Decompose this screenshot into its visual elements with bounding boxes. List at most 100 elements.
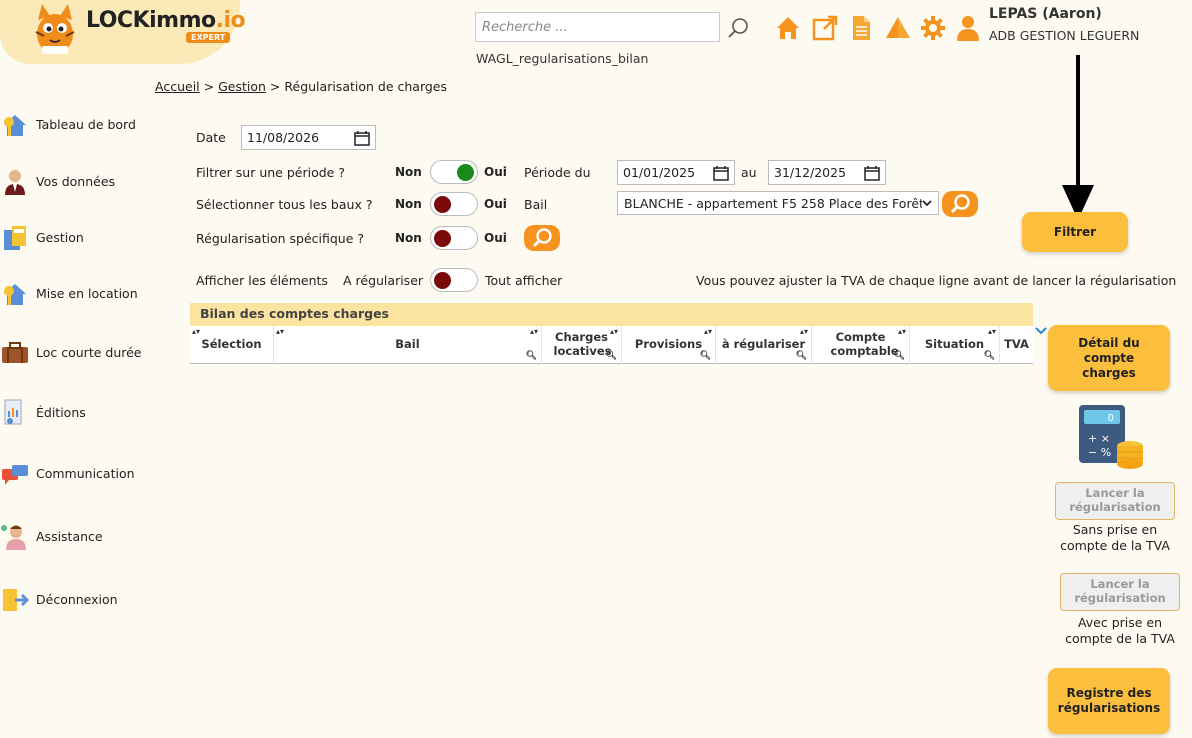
sidebar-item-label: Déconnexion (36, 591, 118, 607)
calendar-icon[interactable] (864, 165, 880, 181)
user-name[interactable]: LEPAS (Aaron) (989, 6, 1102, 22)
house-key-icon (4, 284, 26, 305)
sidebar-item-loc-courte-duree[interactable]: Loc courte durée (0, 334, 150, 370)
select-all-label: Sélectionner tous les baux ? (196, 197, 373, 212)
column-header-a-regulariser[interactable]: à régulariser ▴▾ 🔍︎ (716, 326, 812, 364)
user-icon[interactable] (954, 14, 982, 42)
sidebar-item-deconnexion[interactable]: Déconnexion (0, 581, 150, 617)
column-header-charges-locatives[interactable]: Charges locatives ▴▾ 🔍︎ (542, 326, 622, 364)
specific-label: Régularisation spécifique ? (196, 231, 365, 246)
search-icon[interactable] (727, 16, 751, 40)
column-header-tva[interactable]: TVA (1000, 326, 1033, 364)
period-from-value: 01/01/2025 (623, 165, 696, 180)
toggle-knob (434, 272, 451, 289)
calculator-icon (4, 226, 26, 250)
sort-icon[interactable]: ▴▾ (530, 327, 538, 337)
sort-icon[interactable]: ▴▾ (704, 327, 712, 337)
sidebar-item-label: Gestion (36, 229, 84, 245)
filter-period-toggle[interactable] (430, 160, 478, 184)
sidebar-item-assistance[interactable]: Assistance (0, 518, 150, 554)
sort-icon[interactable]: ▴▾ (800, 327, 808, 337)
toggle-non-label: Non (395, 165, 422, 179)
magnifier-icon[interactable]: 🔍︎ (526, 351, 537, 362)
warning-icon[interactable] (884, 14, 912, 42)
breadcrumb-current: Régularisation de charges (284, 79, 448, 94)
search-icon (532, 228, 552, 248)
toggle-oui-label: Oui (484, 197, 507, 211)
filtrer-button[interactable]: Filtrer (1022, 212, 1128, 252)
scroll-chevron-icon[interactable] (1034, 326, 1048, 336)
period-from-field[interactable]: 01/01/2025 (617, 160, 735, 185)
sidebar-item-label: Loc courte durée (36, 344, 142, 360)
bail-search-button[interactable] (942, 191, 978, 217)
svg-text:0: 0 (1108, 413, 1114, 424)
magnifier-icon[interactable]: 🔍︎ (606, 351, 617, 362)
suitcase-icon (2, 342, 28, 363)
select-all-toggle[interactable] (430, 192, 478, 216)
show-all-toggle[interactable] (430, 268, 478, 292)
date-field[interactable]: 11/08/2026 (241, 125, 376, 150)
date-value: 11/08/2026 (247, 130, 320, 145)
specific-toggle[interactable] (430, 226, 478, 250)
sidebar-item-label: Vos données (36, 173, 116, 189)
magnifier-icon[interactable]: 🔍︎ (894, 351, 905, 362)
breadcrumb-gestion[interactable]: Gestion (218, 79, 266, 94)
search-input[interactable] (475, 12, 720, 42)
sidebar-item-gestion[interactable]: Gestion (0, 219, 150, 255)
calculator-coins-icon: 0 + × − % (1079, 405, 1143, 469)
registre-regularisations-button[interactable]: Registre des régularisations (1048, 668, 1170, 734)
house-key-icon (4, 115, 26, 136)
launch-regularisation-no-tva-button[interactable]: Lancer la régularisation (1055, 482, 1175, 520)
toggle-non-label: Non (395, 197, 422, 211)
sidebar-item-vos-donnees[interactable]: Vos données (0, 163, 150, 199)
column-header-compte-comptable[interactable]: Compte comptable ▴▾ 🔍︎ (812, 326, 910, 364)
column-header-bail[interactable]: ▴▾ Bail ▴▾ 🔍︎ (274, 326, 542, 364)
breadcrumb-separator: > (203, 79, 215, 94)
column-header-selection[interactable]: ▴▾ Sélection (190, 326, 274, 364)
sidebar-item-mise-en-location[interactable]: Mise en location (0, 275, 150, 311)
launch-regularisation-tva-button[interactable]: Lancer la régularisation (1060, 573, 1180, 611)
sidebar-item-label: Éditions (36, 404, 86, 420)
sidebar-item-label: Assistance (36, 528, 103, 544)
cat-mascot-icon (35, 4, 75, 54)
toggle-oui-label: Oui (484, 165, 507, 179)
sort-icon[interactable]: ▴▾ (988, 327, 996, 337)
launch-tva-note: Avec prise en compte de la TVA (1065, 615, 1175, 647)
sidebar-item-communication[interactable]: Communication (0, 455, 150, 491)
sidebar-item-label: Communication (36, 465, 135, 481)
sidebar-item-tableau-de-bord[interactable]: Tableau de bord (0, 106, 150, 142)
logout-icon (3, 589, 30, 611)
sort-icon[interactable]: ▴▾ (276, 327, 284, 337)
support-agent-icon (1, 525, 26, 550)
magnifier-icon[interactable]: 🔍︎ (984, 351, 995, 362)
sort-icon[interactable]: ▴▾ (192, 327, 200, 337)
show-to-regularize-label: A régulariser (343, 273, 424, 288)
external-link-icon[interactable] (811, 14, 839, 42)
calendar-icon[interactable] (713, 165, 729, 181)
gear-icon[interactable] (919, 14, 947, 42)
tva-note: Vous pouvez ajuster la TVA de chaque lig… (696, 273, 1177, 288)
toggle-non-label: Non (395, 231, 422, 245)
breadcrumb-separator: > (269, 79, 281, 94)
sidebar-item-editions[interactable]: Éditions (0, 394, 150, 430)
show-elements-label: Afficher les éléments (196, 273, 328, 288)
calendar-icon[interactable] (354, 130, 370, 146)
bail-value: BLANCHE - appartement F5 258 Place des F… (624, 195, 922, 211)
user-company: ADB GESTION LEGUERN (989, 28, 1140, 43)
home-icon[interactable] (774, 14, 802, 42)
breadcrumb-home[interactable]: Accueil (155, 79, 200, 94)
magnifier-icon[interactable]: 🔍︎ (700, 351, 711, 362)
magnifier-icon[interactable]: 🔍︎ (796, 351, 807, 362)
column-header-situation[interactable]: Situation ▴▾ 🔍︎ (910, 326, 1000, 364)
page-code: WAGL_regularisations_bilan (476, 51, 649, 66)
sort-icon[interactable]: ▴▾ (898, 327, 906, 337)
toggle-knob (457, 164, 474, 181)
specific-search-button[interactable] (524, 225, 560, 251)
bail-select[interactable]: BLANCHE - appartement F5 258 Place des F… (617, 191, 939, 215)
period-to-field[interactable]: 31/12/2025 (768, 160, 886, 185)
detail-compte-charges-button[interactable]: Détail du compte charges (1048, 325, 1170, 391)
person-icon (5, 170, 25, 195)
sort-icon[interactable]: ▴▾ (610, 327, 618, 337)
column-header-provisions[interactable]: Provisions ▴▾ 🔍︎ (622, 326, 716, 364)
document-icon[interactable] (847, 14, 875, 42)
